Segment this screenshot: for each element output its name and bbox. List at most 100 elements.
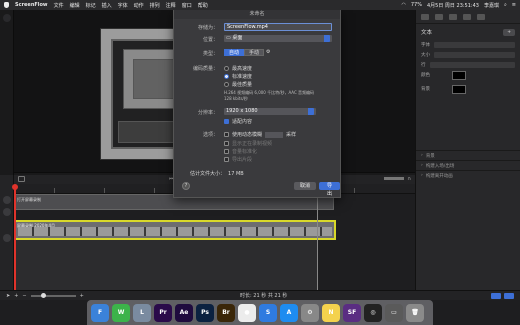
playhead[interactable] — [12, 184, 18, 296]
line-field[interactable] — [429, 62, 515, 68]
obs-icon[interactable]: ◎ — [364, 303, 382, 322]
encoding-desc-line: 128 kbits/秒 — [224, 96, 248, 101]
media-tab-icon[interactable] — [477, 13, 485, 20]
user-name[interactable]: 李嘉琪 — [484, 2, 499, 9]
safari-icon[interactable]: S — [259, 303, 277, 322]
photoshop-icon[interactable]: Ps — [196, 303, 214, 322]
clock[interactable]: 4月5日 周日 23:51:43 — [427, 2, 479, 9]
video-tab-icon[interactable] — [421, 13, 429, 20]
wifi-icon[interactable]: ◠ — [401, 2, 405, 8]
settings-icon[interactable]: ⚙ — [301, 303, 319, 322]
track-eye-icon[interactable] — [3, 208, 11, 216]
zoom-in-icon[interactable]: + — [80, 293, 84, 299]
menu-icon[interactable]: ≡ — [512, 2, 516, 8]
crop-icon[interactable] — [18, 175, 25, 182]
pointer-tool-icon[interactable]: ➤ — [6, 293, 10, 299]
menu-action[interactable]: 动作 — [134, 2, 144, 9]
export-button[interactable]: 导出 — [319, 182, 340, 197]
apple-icon[interactable] — [4, 2, 9, 8]
screenflow-icon[interactable]: SF — [343, 303, 361, 322]
menu-window[interactable]: 窗口 — [182, 2, 192, 9]
menu-font[interactable]: 字体 — [118, 2, 128, 9]
dynamic-blur-checkbox[interactable] — [224, 132, 229, 137]
section-build-out[interactable]: › 构建离开动画 — [416, 170, 520, 180]
zoom-knob[interactable] — [40, 292, 46, 298]
sample-field[interactable] — [265, 131, 284, 138]
fit-content-checkbox[interactable] — [224, 119, 229, 124]
quality-option-label: 最佳质量 — [232, 82, 253, 88]
section-background[interactable]: › 背景 — [416, 150, 520, 160]
inspector-tabs — [416, 10, 520, 24]
location-select[interactable]: ▭ 桌面 — [224, 35, 332, 42]
radio[interactable] — [224, 66, 229, 71]
grid-view-icon[interactable] — [491, 292, 501, 299]
size-label: 估计文件大小： — [190, 171, 226, 177]
resolution-value: 1920 x 1080 — [226, 108, 258, 114]
audio-tab-icon[interactable] — [435, 13, 443, 20]
option-disabled-row: 导出片段 — [224, 156, 252, 163]
launchpad-icon[interactable]: L — [133, 303, 151, 322]
wechat-icon[interactable]: W — [112, 303, 130, 322]
zoom-slider[interactable] — [30, 292, 76, 298]
track-lock-icon[interactable] — [3, 196, 11, 204]
app-store-icon[interactable]: A — [280, 303, 298, 322]
inspector-panel: 文本 + 字体 大小 行 颜色 背景 › 背景 › 构建入场/出场 › 构建离开动画 — [415, 10, 520, 300]
fit-content-checkbox-row[interactable]: 适配内容 — [224, 118, 252, 125]
headphones-icon[interactable]: ∩ — [407, 176, 411, 182]
menu-bar: ScreenFlow 文件 编辑 标记 插入 字体 动作 排列 注释 窗口 帮助… — [0, 0, 520, 10]
menu-edit[interactable]: 编辑 — [70, 2, 80, 9]
track-audio-icon[interactable] — [3, 234, 11, 242]
gear-icon[interactable]: ⚙ — [266, 49, 270, 55]
help-button[interactable]: ? — [182, 182, 190, 190]
timeline-empty-area[interactable] — [14, 240, 317, 290]
search-icon[interactable]: ⌕ — [504, 2, 507, 8]
size-field[interactable] — [434, 52, 515, 58]
disabled-checkbox — [224, 157, 229, 162]
radio[interactable] — [224, 82, 229, 87]
type-manual-button[interactable]: 手动 — [244, 49, 265, 56]
quality-option-1[interactable]: 最高速度 — [224, 65, 252, 72]
color-swatch[interactable] — [452, 70, 466, 80]
size-label: 大小 — [421, 53, 430, 58]
app-menu[interactable]: ScreenFlow — [15, 2, 48, 8]
battery-percent[interactable]: 77% — [411, 2, 422, 8]
type-segmented: 自动 手动 — [224, 49, 265, 56]
after-effects-icon[interactable]: Ae — [175, 303, 193, 322]
menu-file[interactable]: 文件 — [54, 2, 64, 9]
menu-insert[interactable]: 插入 — [102, 2, 112, 9]
finder-icon[interactable]: F — [91, 303, 109, 322]
section-build-in[interactable]: › 构建入场/出场 — [416, 160, 520, 170]
annotation-tab-icon[interactable] — [463, 13, 471, 20]
type-label: 类型： — [202, 51, 218, 57]
trash-icon[interactable]: 🗑 — [406, 303, 424, 322]
menu-arrange[interactable]: 排列 — [150, 2, 160, 9]
list-view-icon[interactable] — [504, 292, 514, 299]
zoom-out-icon[interactable]: − — [22, 293, 26, 299]
radio[interactable] — [224, 74, 229, 79]
notes-icon[interactable]: N — [322, 303, 340, 322]
quality-option-3[interactable]: 最佳质量 — [224, 81, 252, 88]
bridge-icon[interactable]: Br — [217, 303, 235, 322]
cancel-button[interactable]: 取消 — [294, 182, 317, 190]
menu-help[interactable]: 帮助 — [198, 2, 208, 9]
quality-option-2[interactable]: 标准速度 — [224, 73, 252, 80]
resolution-select[interactable]: 1920 x 1080 — [224, 108, 316, 115]
menu-mark[interactable]: 标记 — [86, 2, 96, 9]
photos-icon[interactable]: ● — [238, 303, 256, 322]
finder-window-icon[interactable]: ▭ — [385, 303, 403, 322]
premiere-icon[interactable]: Pr — [154, 303, 172, 322]
clip-track-2[interactable]: 屏幕录制 2020年4月 — [14, 220, 336, 240]
quality-option-label: 标准速度 — [232, 74, 253, 80]
menu-annotate[interactable]: 注释 — [166, 2, 176, 9]
dynamic-blur-row[interactable]: 使用动态模糊 采样 — [224, 131, 296, 138]
type-auto-button[interactable]: 自动 — [224, 49, 245, 56]
background-swatch[interactable] — [452, 84, 466, 94]
text-tab-icon[interactable] — [449, 13, 457, 20]
section-build-out-label: 构建离开动画 — [425, 173, 453, 179]
filename-input[interactable]: ScreenFlow.mp4 — [224, 23, 332, 31]
dynamic-blur-label: 使用动态模糊 — [232, 132, 263, 138]
add-track-icon[interactable]: + — [14, 293, 18, 299]
add-button[interactable]: + — [503, 28, 515, 36]
chevron-down-icon — [324, 35, 330, 42]
font-field[interactable] — [434, 42, 515, 48]
